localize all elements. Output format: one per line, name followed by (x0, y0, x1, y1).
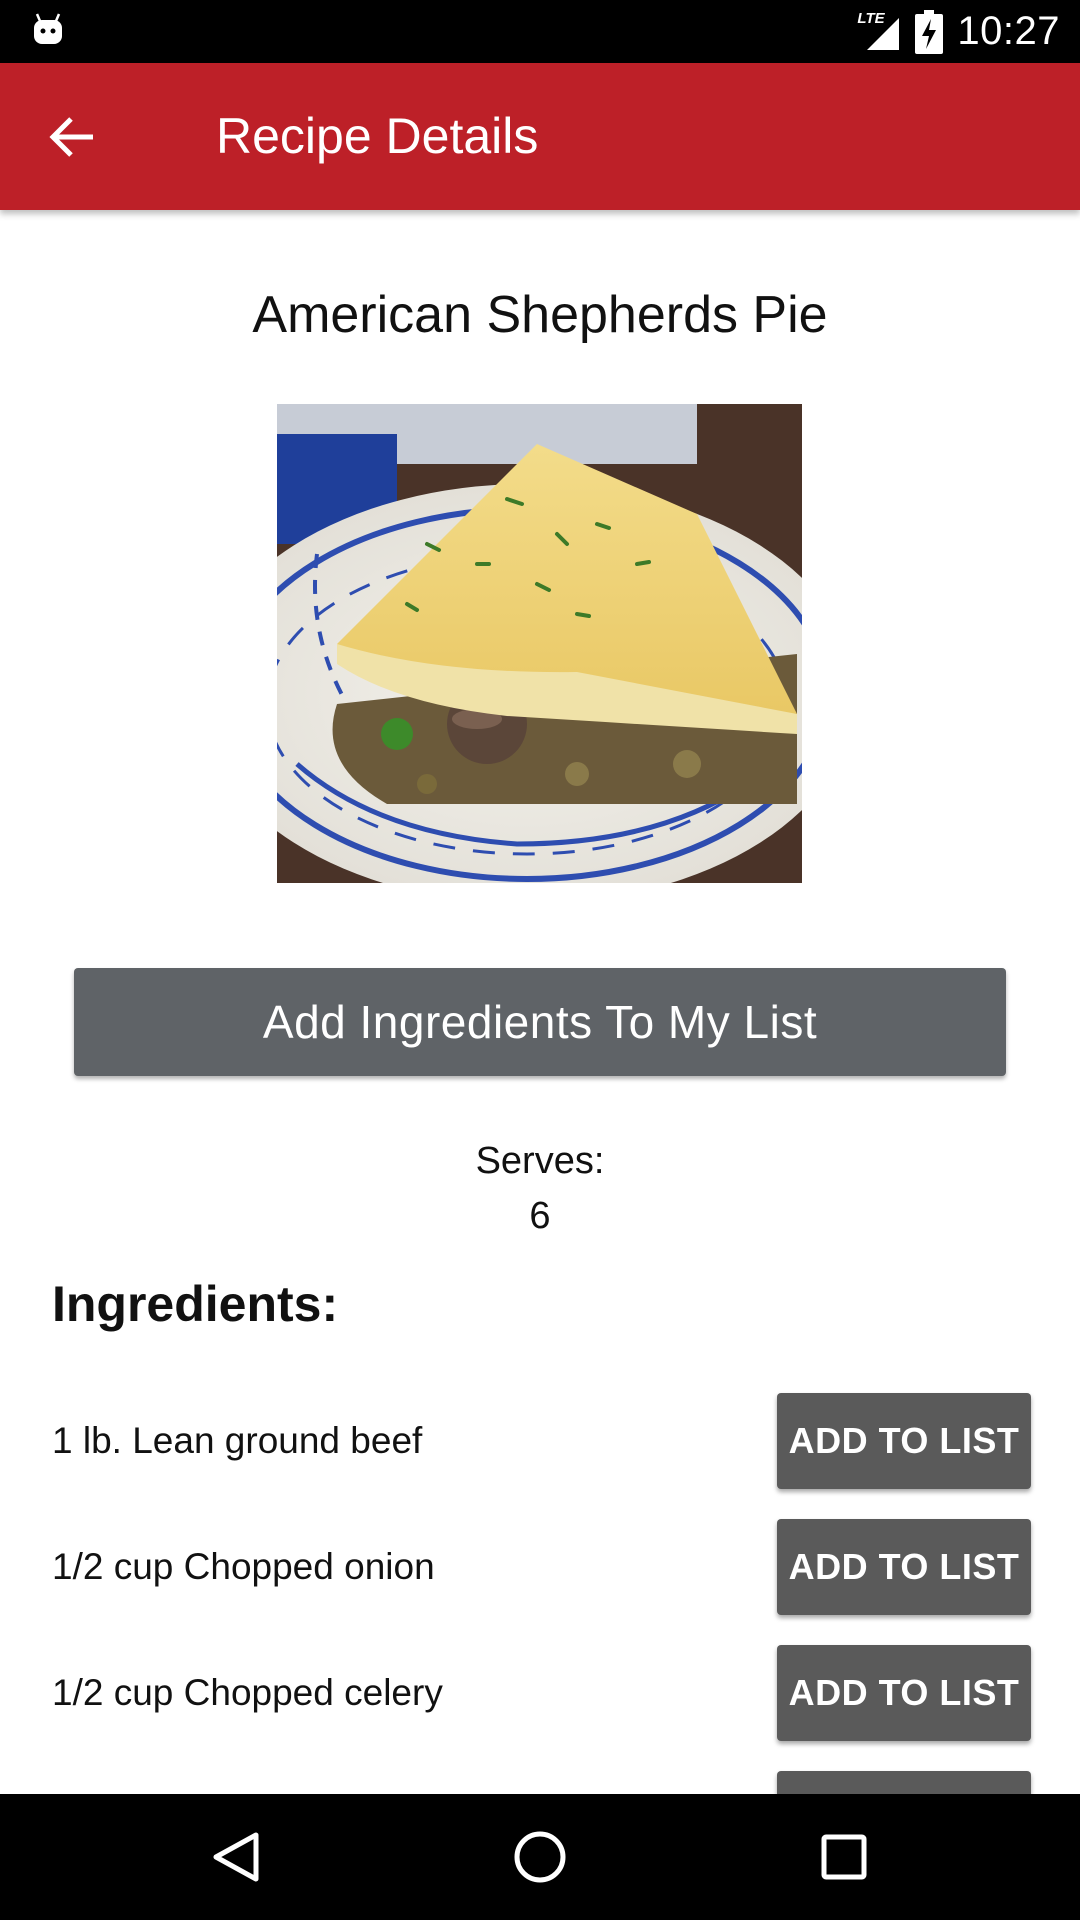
nav-recents-button[interactable] (814, 1827, 874, 1887)
ingredient-text: 1/2 cup Chopped celery (52, 1672, 443, 1713)
battery-charging-icon (915, 9, 944, 54)
system-nav-bar (0, 1794, 1080, 1920)
page-title: Recipe Details (216, 108, 539, 164)
arrow-left-icon (49, 117, 93, 157)
back-button[interactable] (34, 103, 112, 171)
ingredient-text: 1 lb. Lean ground beef (52, 1420, 423, 1461)
ingredient-text: 1/2 cup Chopped onion (52, 1546, 435, 1587)
recipe-title: American Shepherds Pie (252, 286, 828, 344)
lte-signal-icon: LTE (855, 10, 901, 52)
add-ingredients-to-list-button[interactable]: Add Ingredients To My List (74, 968, 1006, 1076)
ingredient-row: 1 lb. Lean ground beef ADD TO LIST (0, 1393, 1080, 1489)
add-to-list-button[interactable]: ADD TO LIST (777, 1393, 1031, 1489)
nav-back-button[interactable] (206, 1827, 266, 1887)
status-bar: LTE 10:27 (0, 0, 1080, 63)
ingredient-row: 1/2 cup Chopped onion ADD TO LIST (0, 1519, 1080, 1615)
serves-value: 6 (529, 1195, 551, 1237)
ingredient-row: 1/2 cup Chopped celery ADD TO LIST (0, 1645, 1080, 1741)
recents-square-icon (821, 1834, 867, 1880)
home-circle-icon (514, 1831, 566, 1883)
back-triangle-icon (213, 1832, 259, 1882)
serves-label: Serves: (475, 1140, 605, 1182)
app-bar: Recipe Details (0, 63, 1080, 210)
add-to-list-button[interactable]: ADD TO LIST (777, 1645, 1031, 1741)
nav-home-button[interactable] (510, 1827, 570, 1887)
recipe-photo (277, 404, 802, 883)
add-to-list-button[interactable]: ADD TO LIST (777, 1519, 1031, 1615)
android-notification-icon (34, 13, 62, 44)
ingredients-heading: Ingredients: (52, 1276, 339, 1332)
clock: 10:27 (957, 9, 1060, 53)
